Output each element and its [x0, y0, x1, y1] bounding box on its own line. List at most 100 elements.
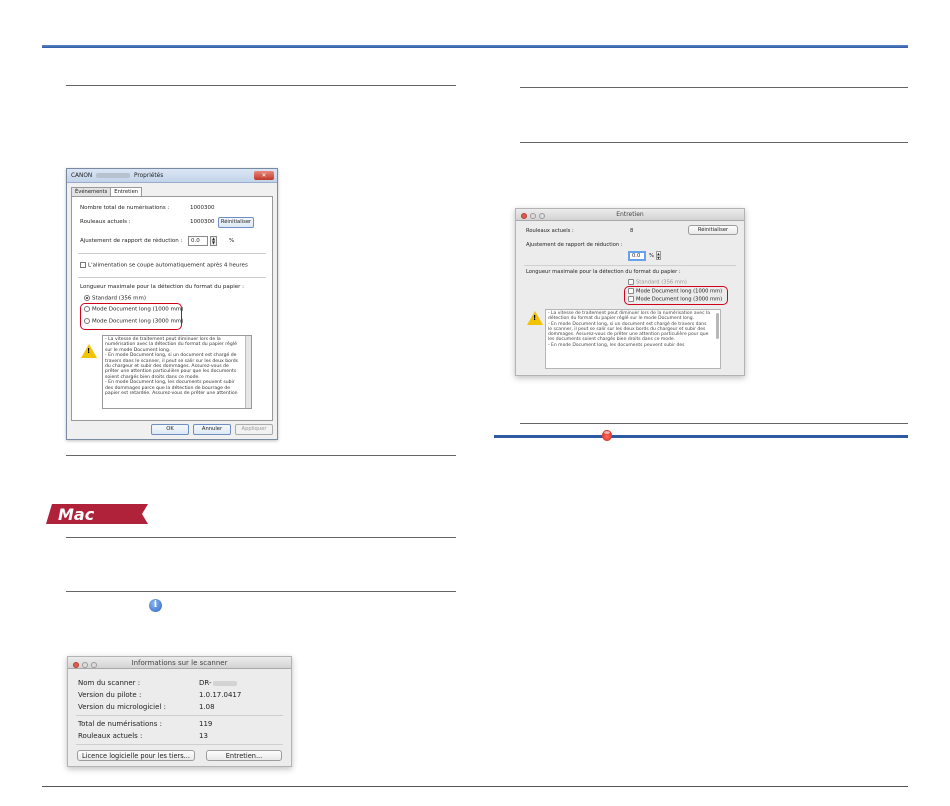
- red-button-icon: [602, 430, 612, 441]
- rollers-value: 8: [630, 228, 634, 234]
- mac-logo-text: Mac: [58, 505, 95, 524]
- mac-maintenance-dialog: Entretien Rouleaux actuels : 8 Réinitial…: [515, 208, 745, 376]
- windows-properties-dialog: CANON Propriétés ✕ Événements Entretien N…: [66, 168, 278, 440]
- power-off-checkbox[interactable]: [80, 262, 86, 268]
- max-length-label: Longueur maximale pour la détection du f…: [80, 284, 244, 290]
- mac-scanner-info-dialog: Informations sur le scanner Nom du scann…: [67, 656, 292, 767]
- option-long-1000[interactable]: Mode Document long (1000 mm): [84, 306, 183, 313]
- option-long-3000[interactable]: Mode Document long (3000 mm): [84, 318, 183, 325]
- reset-button[interactable]: Réinitialiser: [688, 225, 738, 235]
- maintenance-button[interactable]: Entretien...: [206, 750, 282, 761]
- section-divider: [520, 87, 908, 88]
- rollers-label: Rouleaux actuels :: [80, 219, 131, 225]
- redacted-model: [212, 680, 237, 686]
- rollers-label: Rouleaux actuels :: [526, 228, 574, 234]
- reduction-stepper[interactable]: ▲ ▼: [656, 251, 661, 260]
- firmware-version-label: Version du micrologiciel :: [78, 703, 166, 711]
- cancel-button[interactable]: Annuler: [193, 424, 231, 435]
- section-divider: [520, 142, 908, 143]
- zoom-light-icon[interactable]: [539, 213, 545, 219]
- radio-standard[interactable]: [84, 295, 90, 301]
- close-button[interactable]: ✕: [254, 171, 274, 180]
- option-standard-label: Standard (356 mm): [92, 295, 147, 302]
- option-long-3000[interactable]: Mode Document long (3000 mm): [628, 296, 722, 303]
- section-divider: [66, 455, 456, 456]
- info-icon: i: [149, 599, 162, 612]
- scanner-name-text: DR-: [199, 679, 212, 687]
- mac-info-title: Informations sur le scanner: [131, 659, 228, 667]
- reduction-label: Ajustement de rapport de réduction :: [526, 242, 623, 248]
- ok-button[interactable]: OK: [151, 424, 189, 435]
- rollers-label: Rouleaux actuels :: [78, 732, 143, 740]
- warning-icon: !: [527, 311, 543, 325]
- redacted-model: [96, 173, 131, 178]
- section-end-rule: [494, 435, 908, 438]
- separator: [78, 277, 266, 278]
- option-long-1000-label: Mode Document long (1000 mm): [92, 306, 184, 313]
- driver-version-label: Version du pilote :: [78, 691, 142, 699]
- warning-icon: !: [81, 344, 97, 358]
- option-long-1000[interactable]: Mode Document long (1000 mm): [628, 288, 722, 295]
- section-divider: [66, 537, 456, 538]
- minimize-light-icon[interactable]: [82, 662, 88, 668]
- checkbox-standard[interactable]: [628, 279, 634, 285]
- driver-version-value: 1.0.17.0417: [199, 691, 242, 699]
- separator: [76, 744, 283, 745]
- close-light-icon[interactable]: [521, 213, 527, 219]
- section-divider: [66, 85, 456, 86]
- reduction-label: Ajustement de rapport de réduction :: [80, 238, 183, 244]
- window-controls: [521, 212, 548, 224]
- checkbox-long-3000[interactable]: [628, 296, 634, 302]
- separator: [78, 253, 266, 254]
- scrollbar[interactable]: [716, 313, 719, 339]
- section-divider: [66, 591, 456, 592]
- total-scans-label: Total de numérisations :: [78, 720, 162, 728]
- power-off-row[interactable]: L'alimentation se coupe automatiquement …: [80, 262, 248, 269]
- option-standard-label: Standard (356 mm): [636, 279, 687, 286]
- warning-message-box: - La vitesse de traitement peut diminuer…: [102, 335, 252, 409]
- dialog-footer: OK Annuler Appliquer: [67, 424, 277, 436]
- total-scans-label: Nombre total de numérisations :: [80, 205, 170, 211]
- zoom-light-icon[interactable]: [91, 662, 97, 668]
- dialog-title-bar: CANON Propriétés ✕: [67, 169, 277, 183]
- section-divider: [520, 423, 908, 424]
- warning-message: - La vitesse de traitement peut diminuer…: [105, 337, 239, 397]
- rollers-value: 13: [199, 732, 208, 740]
- dialog-title-suffix: Propriétés: [133, 173, 164, 179]
- total-scans-value: 1000300: [190, 205, 215, 211]
- firmware-version-value: 1.08: [199, 703, 215, 711]
- close-light-icon[interactable]: [73, 662, 79, 668]
- reduction-input[interactable]: 0.0: [628, 251, 646, 261]
- mac-maintenance-title: Entretien: [616, 211, 644, 218]
- mac-title-bar: Entretien: [516, 209, 744, 221]
- mac-logo-banner: Mac: [46, 504, 148, 524]
- reduction-input[interactable]: 0.0: [188, 236, 208, 246]
- option-long-3000-label: Mode Document long (3000 mm): [92, 318, 184, 325]
- rollers-value: 1000300: [190, 219, 215, 225]
- option-standard[interactable]: Standard (356 mm): [628, 279, 687, 286]
- reduction-stepper[interactable]: ▲ ▼: [210, 236, 217, 246]
- total-scans-value: 119: [199, 720, 213, 728]
- minimize-light-icon[interactable]: [530, 213, 536, 219]
- license-button[interactable]: Licence logicielle pour les tiers...: [77, 750, 195, 761]
- radio-long-1000[interactable]: [84, 306, 90, 312]
- header-rule: [42, 45, 908, 48]
- reduction-unit: %: [229, 238, 235, 244]
- reduction-unit: %: [649, 253, 654, 259]
- radio-long-3000[interactable]: [84, 318, 90, 324]
- separator: [524, 265, 736, 266]
- option-long-1000-label: Mode Document long (1000 mm): [636, 288, 723, 295]
- separator: [76, 715, 283, 716]
- option-long-3000-label: Mode Document long (3000 mm): [636, 296, 723, 303]
- mac-title-bar: Informations sur le scanner: [68, 657, 291, 669]
- reset-button[interactable]: Réinitialiser: [218, 217, 254, 228]
- option-standard[interactable]: Standard (356 mm): [84, 295, 146, 302]
- scrollbar[interactable]: [245, 336, 251, 408]
- power-off-label: L'alimentation se coupe automatiquement …: [88, 262, 248, 269]
- max-length-label: Longueur maximale pour la détection du f…: [526, 269, 681, 275]
- warning-message: - La vitesse de traitement peut diminuer…: [548, 311, 710, 348]
- apply-button[interactable]: Appliquer: [235, 424, 273, 435]
- checkbox-long-1000[interactable]: [628, 288, 634, 294]
- dialog-title-prefix: CANON: [71, 173, 93, 179]
- scanner-name-value: DR-: [199, 679, 237, 687]
